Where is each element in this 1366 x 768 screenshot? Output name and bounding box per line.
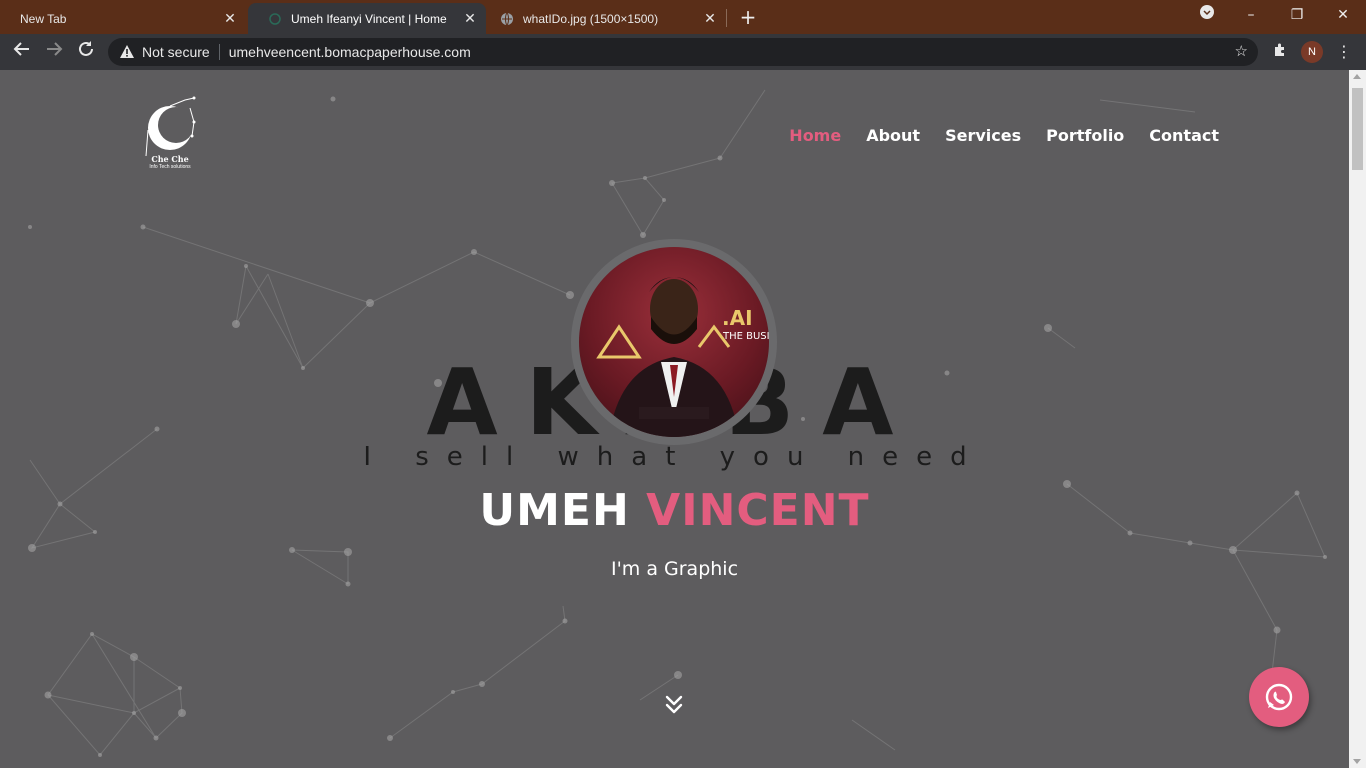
che-che-logo-icon: [145, 96, 196, 157]
chevron-down-circle-icon: [1200, 5, 1214, 19]
tab-search-button[interactable]: [1192, 4, 1222, 26]
close-icon[interactable]: ✕: [702, 10, 718, 26]
nav-portfolio[interactable]: Portfolio: [1046, 126, 1124, 145]
browser-menu-icon[interactable]: ⋮: [1334, 41, 1354, 63]
browser-tabstrip: New Tab ✕ Umeh Ifeanyi Vincent | Home ✕ …: [0, 0, 1366, 34]
bookmark-star-icon[interactable]: ☆: [1235, 43, 1248, 61]
restore-button[interactable]: ❐: [1282, 4, 1312, 26]
brand-tagline: I sell what you need: [363, 442, 985, 472]
warning-icon: [120, 45, 134, 58]
whatsapp-icon: [1265, 683, 1293, 711]
address-bar[interactable]: Not secure umehveencent.bomacpaperhouse.…: [108, 38, 1258, 66]
forward-button[interactable]: [42, 40, 66, 64]
profile-avatar[interactable]: N: [1301, 41, 1323, 63]
scrollbar-thumb[interactable]: [1352, 88, 1363, 170]
new-tab-button[interactable]: +: [736, 6, 760, 28]
person-portrait-icon: .AI THE BUSI: [596, 277, 769, 437]
profile-photo: .AI THE BUSI: [579, 247, 769, 437]
tab-title: Umeh Ifeanyi Vincent | Home: [291, 11, 447, 26]
page-scrollbar[interactable]: [1349, 70, 1366, 768]
reload-icon: [79, 41, 93, 56]
scroll-down-icon[interactable]: [1353, 759, 1361, 764]
site-favicon-icon: [269, 12, 281, 25]
nav-contact[interactable]: Contact: [1149, 126, 1219, 145]
nav-services[interactable]: Services: [945, 126, 1021, 145]
chevrons-down-icon[interactable]: [664, 694, 684, 716]
main-nav: Home About Services Portfolio Contact: [789, 126, 1219, 145]
reload-button[interactable]: [74, 40, 98, 64]
tab-separator: [726, 9, 727, 27]
minimize-button[interactable]: –: [1236, 4, 1266, 26]
tab-new-tab[interactable]: New Tab ✕: [0, 3, 246, 34]
url-text[interactable]: umehveencent.bomacpaperhouse.com: [229, 44, 471, 60]
tab-whatido-jpg[interactable]: whatIDo.jpg (1500×1500) ✕: [488, 3, 726, 34]
close-icon[interactable]: ✕: [462, 10, 478, 26]
back-button[interactable]: [10, 40, 34, 64]
close-window-button[interactable]: ✕: [1328, 4, 1358, 26]
whatsapp-chat-button[interactable]: [1249, 667, 1309, 727]
hero-first-name: UMEH: [479, 485, 630, 536]
logo-title: Che Che: [151, 154, 189, 164]
hero-subtitle: I'm a Graphic: [610, 558, 739, 580]
badge-text-2: THE BUSI: [722, 331, 769, 342]
address-divider: [218, 44, 220, 60]
nav-home[interactable]: Home: [789, 126, 841, 145]
nav-about[interactable]: About: [866, 126, 920, 145]
hero-name: UMEH VINCENT: [0, 485, 1349, 536]
site-logo[interactable]: Che Che Info Tech solutions: [140, 96, 200, 176]
scroll-up-icon[interactable]: [1353, 74, 1361, 79]
tab-title: whatIDo.jpg (1500×1500): [523, 11, 659, 26]
tab-umeh-home[interactable]: Umeh Ifeanyi Vincent | Home ✕: [248, 3, 486, 34]
globe-icon: [501, 12, 513, 25]
logo-subtitle: Info Tech solutions: [149, 164, 191, 170]
extensions-puzzle-icon[interactable]: [1270, 42, 1290, 62]
webpage-viewport: Che Che Info Tech solutions Home About S…: [0, 70, 1349, 768]
badge-text-1: .AI: [722, 306, 753, 330]
close-icon[interactable]: ✕: [222, 10, 238, 26]
hero-last-name: VINCENT: [646, 485, 870, 536]
arrow-right-icon: [47, 42, 63, 56]
security-label: Not secure: [142, 44, 210, 60]
arrow-left-icon: [13, 42, 29, 56]
browser-toolbar: Not secure umehveencent.bomacpaperhouse.…: [0, 34, 1366, 70]
tab-title: New Tab: [20, 11, 67, 26]
